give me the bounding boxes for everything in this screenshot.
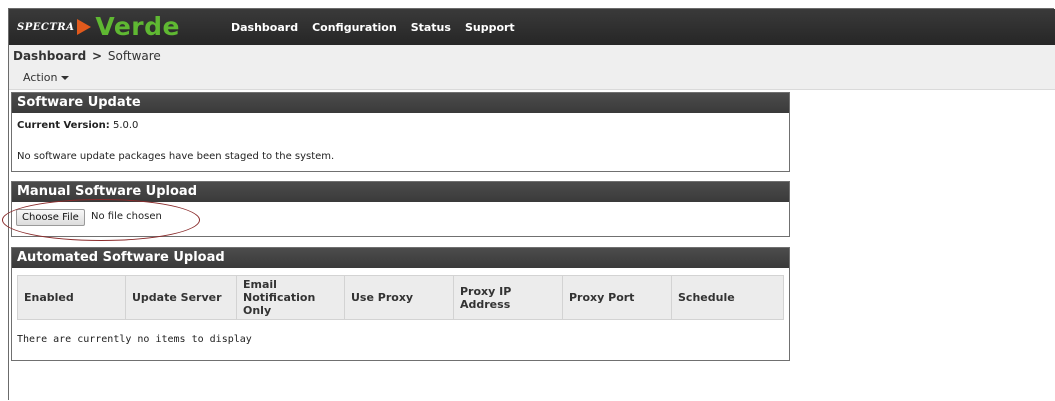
current-version-row: Current Version: 5.0.0: [17, 120, 138, 131]
column-update-server[interactable]: Update Server: [125, 275, 237, 320]
action-menu-button[interactable]: Action: [23, 71, 70, 84]
column-email-notification-only[interactable]: Email Notification Only: [236, 275, 345, 320]
action-menu-label: Action: [23, 71, 58, 84]
nav-dashboard[interactable]: Dashboard: [231, 21, 298, 34]
automated-upload-panel: Automated Software Upload Enabled Update…: [11, 247, 790, 361]
main-nav: Dashboard Configuration Status Support: [231, 9, 529, 45]
nav-configuration[interactable]: Configuration: [312, 21, 397, 34]
current-version-value: 5.0.0: [112, 120, 139, 131]
breadcrumb: Dashboard > Software: [13, 49, 161, 63]
top-navigation-bar: SPECTRA Verde Dashboard Configuration St…: [9, 9, 1055, 45]
column-use-proxy[interactable]: Use Proxy: [344, 275, 454, 320]
software-update-panel: Software Update Current Version: 5.0.0 N…: [11, 92, 790, 172]
logo-verde-text: Verde: [95, 12, 180, 41]
automated-upload-title: Automated Software Upload: [12, 248, 789, 268]
spectra-verde-logo[interactable]: SPECTRA Verde: [17, 12, 180, 42]
column-proxy-port[interactable]: Proxy Port: [562, 275, 672, 320]
file-status-text: No file chosen: [91, 211, 162, 222]
app-window: SPECTRA Verde Dashboard Configuration St…: [8, 8, 1055, 400]
caret-down-icon: [61, 76, 70, 80]
software-update-title: Software Update: [12, 93, 789, 113]
column-schedule[interactable]: Schedule: [671, 275, 784, 320]
column-proxy-ip-address[interactable]: Proxy IP Address: [453, 275, 563, 320]
empty-table-message: There are currently no items to display: [17, 334, 252, 345]
breadcrumb-separator: >: [92, 49, 103, 63]
breadcrumb-dashboard-link[interactable]: Dashboard: [13, 49, 86, 63]
choose-file-button[interactable]: Choose File: [16, 209, 85, 226]
manual-upload-panel: Manual Software Upload Choose File No fi…: [11, 181, 790, 237]
breadcrumb-current: Software: [107, 49, 161, 63]
current-version-label: Current Version:: [17, 120, 110, 131]
automated-upload-table: Enabled Update Server Email Notification…: [17, 275, 784, 320]
nav-status[interactable]: Status: [411, 21, 451, 34]
logo-spectra-text: SPECTRA: [17, 21, 75, 33]
logo-arrow-icon: [77, 19, 92, 35]
no-packages-message: No software update packages have been st…: [17, 151, 335, 162]
page-toolbar: Dashboard > Software Action: [9, 45, 1055, 90]
manual-upload-title: Manual Software Upload: [12, 182, 789, 202]
column-enabled[interactable]: Enabled: [17, 275, 126, 320]
table-header-row: Enabled Update Server Email Notification…: [17, 275, 784, 320]
nav-support[interactable]: Support: [465, 21, 515, 34]
